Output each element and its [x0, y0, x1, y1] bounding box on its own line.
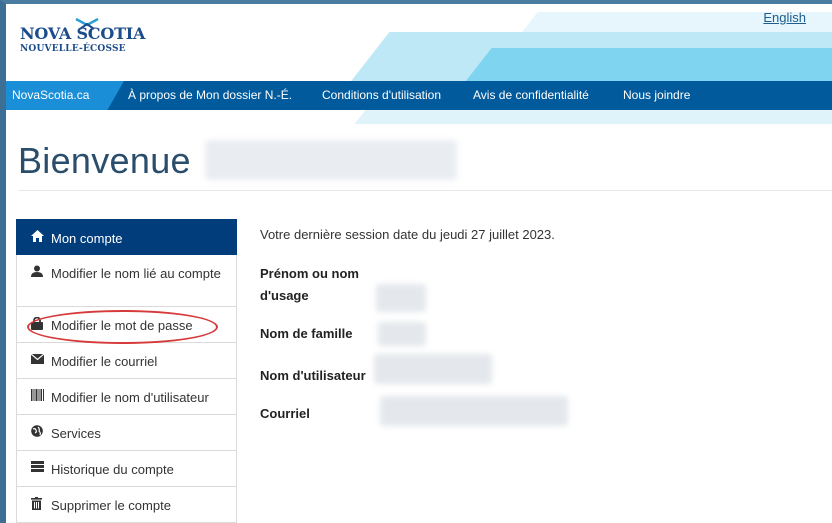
home-icon: [31, 230, 45, 245]
sidebar-item-label: Modifier le nom lié au compte: [51, 266, 221, 281]
sidebar-item-label: Modifier le nom d'utilisateur: [51, 390, 209, 405]
nav-item-privacy[interactable]: Avis de confidentialité: [473, 88, 589, 102]
nav-item-contact[interactable]: Nous joindre: [623, 88, 690, 102]
sidebar-item-label: Modifier le courriel: [51, 354, 158, 369]
nova-scotia-logo[interactable]: NOVA SCOTIA NOUVELLE-ÉCOSSE: [20, 18, 145, 54]
username-label: Nom d'utilisateur: [260, 368, 366, 383]
sidebar-item-label: Historique du compte: [51, 462, 174, 477]
trash-icon: [31, 497, 45, 513]
header-decoration: [460, 48, 832, 81]
last-session-text: Votre dernière session date du jeudi 27 …: [260, 227, 555, 242]
list-icon: [31, 461, 45, 475]
highlight-annotation: [27, 310, 218, 344]
redacted-username-value: [374, 354, 492, 384]
main-navigation: NovaScotia.ca À propos de Mon dossier N.…: [6, 81, 832, 110]
english-language-link[interactable]: English: [763, 10, 806, 25]
sidebar-item-change-name[interactable]: Modifier le nom lié au compte: [16, 255, 237, 307]
redacted-user-name: [205, 140, 457, 180]
divider: [18, 190, 832, 191]
nav-item-about[interactable]: À propos de Mon dossier N.-É.: [128, 88, 292, 102]
sidebar-item-label: Supprimer le compte: [51, 498, 171, 513]
saltire-flag-icon: [75, 18, 99, 30]
sidebar-item-change-email[interactable]: Modifier le courriel: [16, 343, 237, 379]
sidebar-item-delete-account[interactable]: Supprimer le compte: [16, 487, 237, 523]
globe-icon: [31, 425, 45, 440]
page-title: Bienvenue: [18, 140, 191, 181]
sidebar-item-services[interactable]: Services: [16, 415, 237, 451]
sidebar-item-label: Services: [51, 426, 101, 441]
sidebar-item-history[interactable]: Historique du compte: [16, 451, 237, 487]
logo-subtitle: NOUVELLE-ÉCOSSE: [20, 44, 126, 54]
first-name-label-line2: d'usage: [260, 288, 309, 303]
envelope-icon: [30, 353, 45, 367]
account-sidebar: Mon compte Modifier le nom lié au compte…: [16, 219, 237, 523]
nav-item-terms[interactable]: Conditions d'utilisation: [322, 88, 441, 102]
redacted-email-value: [380, 396, 568, 426]
header-decoration: [354, 110, 832, 124]
email-label: Courriel: [260, 406, 310, 421]
first-name-label: Prénom ou nom d'usage: [260, 264, 359, 306]
redacted-last-name-value: [378, 322, 426, 346]
barcode-icon: [31, 389, 45, 404]
sidebar-item-label: Mon compte: [51, 231, 123, 246]
sidebar-item-my-account[interactable]: Mon compte: [16, 219, 237, 255]
account-summary: Votre dernière session date du jeudi 27 …: [260, 227, 555, 242]
user-icon: [31, 265, 45, 280]
first-name-label-line1: Prénom ou nom: [260, 266, 359, 281]
sidebar-item-change-username[interactable]: Modifier le nom d'utilisateur: [16, 379, 237, 415]
last-name-label: Nom de famille: [260, 326, 353, 341]
nav-item-novascotia[interactable]: NovaScotia.ca: [12, 88, 89, 102]
redacted-first-name-value: [376, 284, 426, 312]
